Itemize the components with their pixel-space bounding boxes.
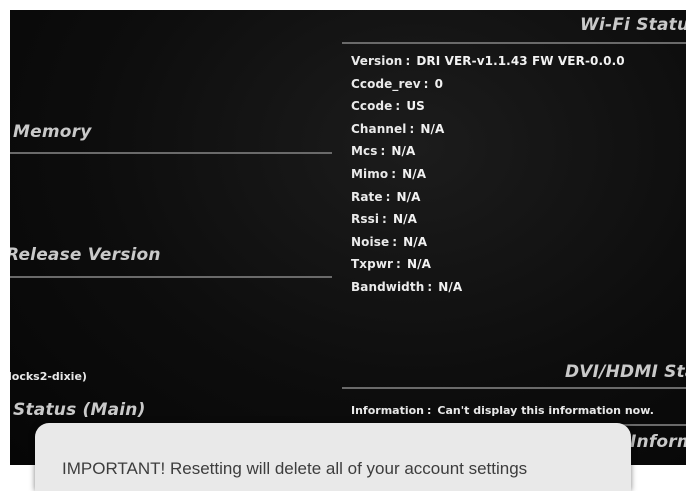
wifi-status-value: N/A [396, 189, 421, 204]
wifi-status-value: N/A [403, 234, 428, 249]
wifi-status-row: Ccode_rev:0 [351, 77, 443, 91]
information-heading: Informa [630, 432, 686, 452]
wifi-status-label: Noise [351, 234, 390, 249]
wifi-status-row: Ccode: US [351, 99, 425, 113]
wifi-status-separator: : [392, 234, 398, 249]
wifi-status-heading: Wi-Fi Status [580, 15, 686, 35]
wifi-status-separator: : [396, 257, 401, 272]
wifi-status-row: Rssi: N/A [351, 212, 417, 226]
wifi-status-label: Version [351, 54, 403, 68]
wifi-status-label: Rate [351, 189, 383, 204]
tv-settings-screen: Wi-Fi Status Memory Release Version lock… [10, 10, 686, 465]
release-version-divider [10, 276, 332, 278]
wifi-status-label: Bandwidth [351, 280, 425, 294]
dvi-hdmi-information-separator: : [427, 404, 432, 417]
wifi-status-separator: : [423, 76, 429, 91]
wifi-status-value: N/A [406, 257, 431, 272]
wifi-status-label: Mimo [351, 167, 389, 181]
wifi-status-value: N/A [420, 121, 445, 136]
dvi-hdmi-information-value: Can't display this information now. [437, 404, 654, 417]
wifi-status-value: N/A [438, 280, 463, 294]
wifi-status-row: Bandwidth: N/A [351, 280, 462, 294]
dvi-hdmi-information: Information: Can't display this informati… [351, 404, 654, 417]
dvi-hdmi-divider [342, 387, 686, 389]
wifi-status-separator: : [427, 280, 433, 294]
dvi-hdmi-information-label: Information [351, 404, 424, 417]
wifi-status-separator: : [391, 167, 397, 181]
release-version-heading: Release Version [10, 245, 161, 265]
wifi-status-row: Mcs: N/A [351, 144, 415, 158]
wifi-status-label: Mcs [351, 144, 378, 159]
dvi-hdmi-status-heading: DVI/HDMI Statu [565, 362, 686, 382]
wifi-status-separator: : [405, 54, 411, 68]
wifi-status-label: Channel [351, 121, 407, 136]
wifi-status-label: Txpwr [351, 257, 394, 272]
wifi-status-value: 0 [434, 76, 444, 91]
photo-frame: Wi-Fi Status Memory Release Version lock… [0, 0, 686, 491]
release-version-value: locks2-dixie) [10, 370, 87, 383]
memory-divider [10, 152, 332, 154]
wifi-status-separator: : [409, 121, 415, 136]
wifi-status-row: Txpwr: N/A [351, 257, 431, 271]
wifi-status-separator: : [380, 144, 386, 159]
wifi-status-value: N/A [392, 212, 417, 227]
wifi-status-separator: : [385, 189, 391, 204]
wifi-status-row: Version: DRI VER-v1.1.43 FW VER-0.0.0 [351, 54, 625, 68]
wifi-status-separator: : [395, 99, 401, 114]
memory-heading: Memory [13, 122, 92, 142]
wifi-status-label: Rssi [351, 212, 380, 227]
wifi-status-label: Ccode_rev [351, 76, 421, 91]
reset-warning-dialog[interactable]: IMPORTANT! Resetting will delete all of … [35, 423, 631, 491]
status-main-heading: Status (Main) [13, 400, 146, 420]
wifi-status-separator: : [382, 212, 387, 227]
wifi-status-row: Mimo: N/A [351, 167, 426, 181]
wifi-status-value: US [406, 99, 425, 114]
wifi-status-value: DRI VER-v1.1.43 FW VER-0.0.0 [416, 54, 625, 68]
wifi-status-label: Ccode [351, 99, 393, 114]
wifi-status-row: Channel: N/A [351, 122, 444, 136]
wifi-status-divider [342, 42, 686, 44]
wifi-status-value: N/A [391, 144, 416, 159]
wifi-status-row: Noise: N/A [351, 235, 427, 249]
reset-warning-message: IMPORTANT! Resetting will delete all of … [62, 459, 528, 478]
wifi-status-value: N/A [402, 167, 427, 181]
wifi-status-row: Rate: N/A [351, 190, 421, 204]
